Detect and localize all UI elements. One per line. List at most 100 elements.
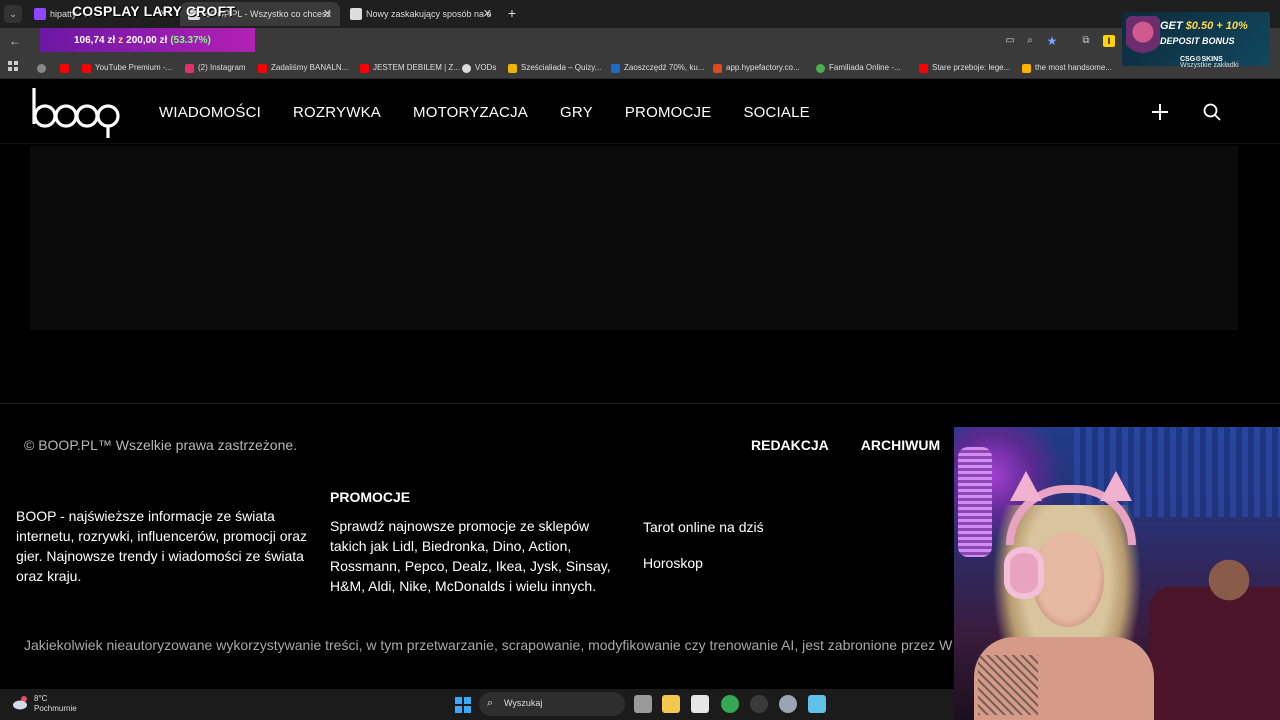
nav-motoryzacja[interactable]: MOTORYZACJA — [413, 104, 528, 121]
browser-tab[interactable]: Nowy zaskakujący sposób na o ✕ — [342, 2, 500, 26]
goal-percent: (53.37%) — [170, 34, 211, 46]
bookmark-label: Zaoszczędź 70%, ku... — [624, 63, 705, 72]
quiz-icon — [508, 64, 517, 73]
twitch-icon — [34, 8, 46, 20]
youtube-icon — [919, 64, 928, 73]
bookmark-label: (2) Instagram — [198, 63, 246, 72]
cloud-weather-icon[interactable] — [12, 695, 30, 711]
promo-heading[interactable]: PROMOCJE — [330, 489, 410, 505]
bookmark-item[interactable]: YouTube Premium -... — [82, 61, 172, 75]
all-bookmarks-label[interactable]: Wszystkie zakładki — [1180, 62, 1239, 69]
bookmark-item[interactable] — [37, 61, 47, 75]
extension-y-icon[interactable]: I — [1103, 35, 1115, 47]
link-redakcja[interactable]: REDAKCJA — [751, 437, 829, 453]
bookmark-item[interactable]: (2) Instagram — [185, 61, 246, 75]
taskbar-search[interactable]: ⌕ Wyszukaj — [479, 692, 625, 716]
footer-links: REDAKCJA ARCHIWUM — [751, 437, 940, 453]
bookmark-item[interactable]: Stare przeboje: lege... — [919, 61, 1010, 75]
windows-start-icon[interactable] — [455, 697, 471, 713]
bookmark-label: Familiada Online -... — [829, 63, 901, 72]
vods-icon — [462, 64, 471, 73]
nav-sociale[interactable]: SOCIALE — [743, 104, 809, 121]
file-explorer-icon[interactable] — [662, 695, 680, 713]
new-tab-button[interactable]: + — [505, 4, 519, 22]
apps-grid-icon[interactable] — [8, 61, 18, 71]
link-archiwum[interactable]: ARCHIWUM — [861, 437, 940, 453]
back-arrow-icon[interactable]: ← — [8, 34, 22, 48]
hypefactory-icon — [713, 64, 722, 73]
cast-icon[interactable]: ▭ — [1004, 35, 1016, 47]
bookmark-star-icon[interactable]: ★ — [1046, 35, 1058, 47]
link-tarot[interactable]: Tarot online na dziś — [643, 519, 764, 535]
youtube-icon — [360, 64, 369, 73]
bookmark-item[interactable]: JESTEM DEBILEM | Z... — [360, 61, 460, 75]
settings-icon[interactable] — [779, 695, 797, 713]
ad-placeholder — [30, 146, 1238, 330]
bookmark-icon — [1022, 64, 1031, 73]
familiada-icon — [816, 64, 825, 73]
nav-gry[interactable]: GRY — [560, 104, 593, 121]
extension-icon[interactable]: ⧉ — [1080, 35, 1092, 47]
goal-current: 106,74 zł — [74, 34, 116, 46]
tab-title: Nowy zaskakujący sposób na o — [366, 9, 492, 19]
ad-character-image — [1126, 16, 1160, 62]
bookmark-item[interactable]: VODs — [462, 61, 496, 75]
headphone-cup — [1004, 547, 1044, 599]
boop-favicon-icon — [350, 8, 362, 20]
search-icon[interactable] — [1202, 102, 1222, 122]
footer-divider — [0, 403, 1280, 404]
donation-goal-bar: 106,74 zł z 200,00 zł (53.37%) — [40, 28, 255, 52]
nav-rozrywka[interactable]: ROZRYWKA — [293, 104, 381, 121]
bookmark-label: VODs — [475, 63, 497, 72]
nav-wiadomosci[interactable]: WIADOMOŚCI — [159, 104, 261, 121]
globe-icon — [37, 64, 46, 73]
streamer-webcam — [954, 427, 1280, 720]
bookmark-item[interactable]: the most handsome... — [1022, 61, 1112, 75]
link-horoskop[interactable]: Horoskop — [643, 555, 703, 571]
goal-target: 200,00 zł — [126, 34, 168, 46]
bookmark-item[interactable]: Zadaliśmy BANALN... — [258, 61, 348, 75]
bookmark-item[interactable] — [60, 61, 73, 75]
youtube-icon — [60, 64, 69, 73]
goal-separator: z — [118, 34, 124, 46]
bookmarks-bar: YouTube Premium -... (2) Instagram Zadal… — [0, 56, 1280, 79]
close-icon[interactable]: ✕ — [483, 2, 492, 26]
task-view-icon[interactable] — [634, 695, 652, 713]
obs-icon[interactable] — [750, 695, 768, 713]
zoom-icon[interactable]: ⌕ — [1024, 35, 1036, 47]
legal-disclaimer: Jakiekolwiek nieautoryzowane wykorzystyw… — [24, 637, 953, 653]
streamlabs-icon[interactable] — [808, 695, 826, 713]
main-nav: WIADOMOŚCI ROZRYWKA MOTORYZACJA GRY PROM… — [159, 80, 810, 144]
ad-banner[interactable]: GET $0.50 + 10% DEPOSIT BONUS CSG⚙SKINS — [1122, 12, 1270, 66]
ms-store-icon[interactable] — [691, 695, 709, 713]
bookmark-label: the most handsome... — [1035, 63, 1112, 72]
close-icon[interactable]: ✕ — [323, 2, 332, 26]
copyright-text: © BOOP.PL™ Wszelkie prawa zastrzeżone. — [24, 437, 298, 453]
search-placeholder: Wyszukaj — [504, 698, 543, 708]
bookmark-item[interactable]: app.hypefactory.co... — [713, 61, 800, 75]
bookmark-item[interactable]: Zaoszczędź 70%, ku... — [611, 61, 704, 75]
site-header: WIADOMOŚCI ROZRYWKA MOTORYZACJA GRY PROM… — [0, 80, 1280, 144]
nav-promocje[interactable]: PROMOCJE — [625, 104, 712, 121]
weather-temperature: 8°C — [34, 694, 48, 703]
weather-description: Pochmurnie — [34, 704, 77, 713]
ad-subline: DEPOSIT BONUS — [1160, 36, 1235, 46]
stream-overlay-title: COSPLAY LARY CROFT — [72, 3, 236, 19]
bookmark-item[interactable]: Familiada Online -... — [816, 61, 901, 75]
boop-logo[interactable] — [30, 86, 122, 140]
instagram-icon — [185, 64, 194, 73]
ad-headline: GET $0.50 + 10% — [1160, 20, 1248, 32]
youtube-icon — [82, 64, 91, 73]
plus-icon[interactable] — [1150, 102, 1170, 122]
chrome-icon[interactable] — [721, 695, 739, 713]
steam-icon — [611, 64, 620, 73]
bookmark-item[interactable]: Sześcialiada – Quizy... — [508, 61, 601, 75]
tab-search-icon[interactable]: ⌄ — [4, 5, 22, 23]
cat-ear-right — [1100, 471, 1132, 501]
search-icon: ⌕ — [487, 697, 494, 709]
bookmark-label: YouTube Premium -... — [95, 63, 173, 72]
about-text: BOOP - najświeższe informacje ze świata … — [16, 508, 308, 584]
microphone — [958, 447, 992, 557]
teddy-bear — [1199, 547, 1259, 607]
promo-text: Sprawdź najnowsze promocje ze sklepów ta… — [330, 518, 611, 594]
